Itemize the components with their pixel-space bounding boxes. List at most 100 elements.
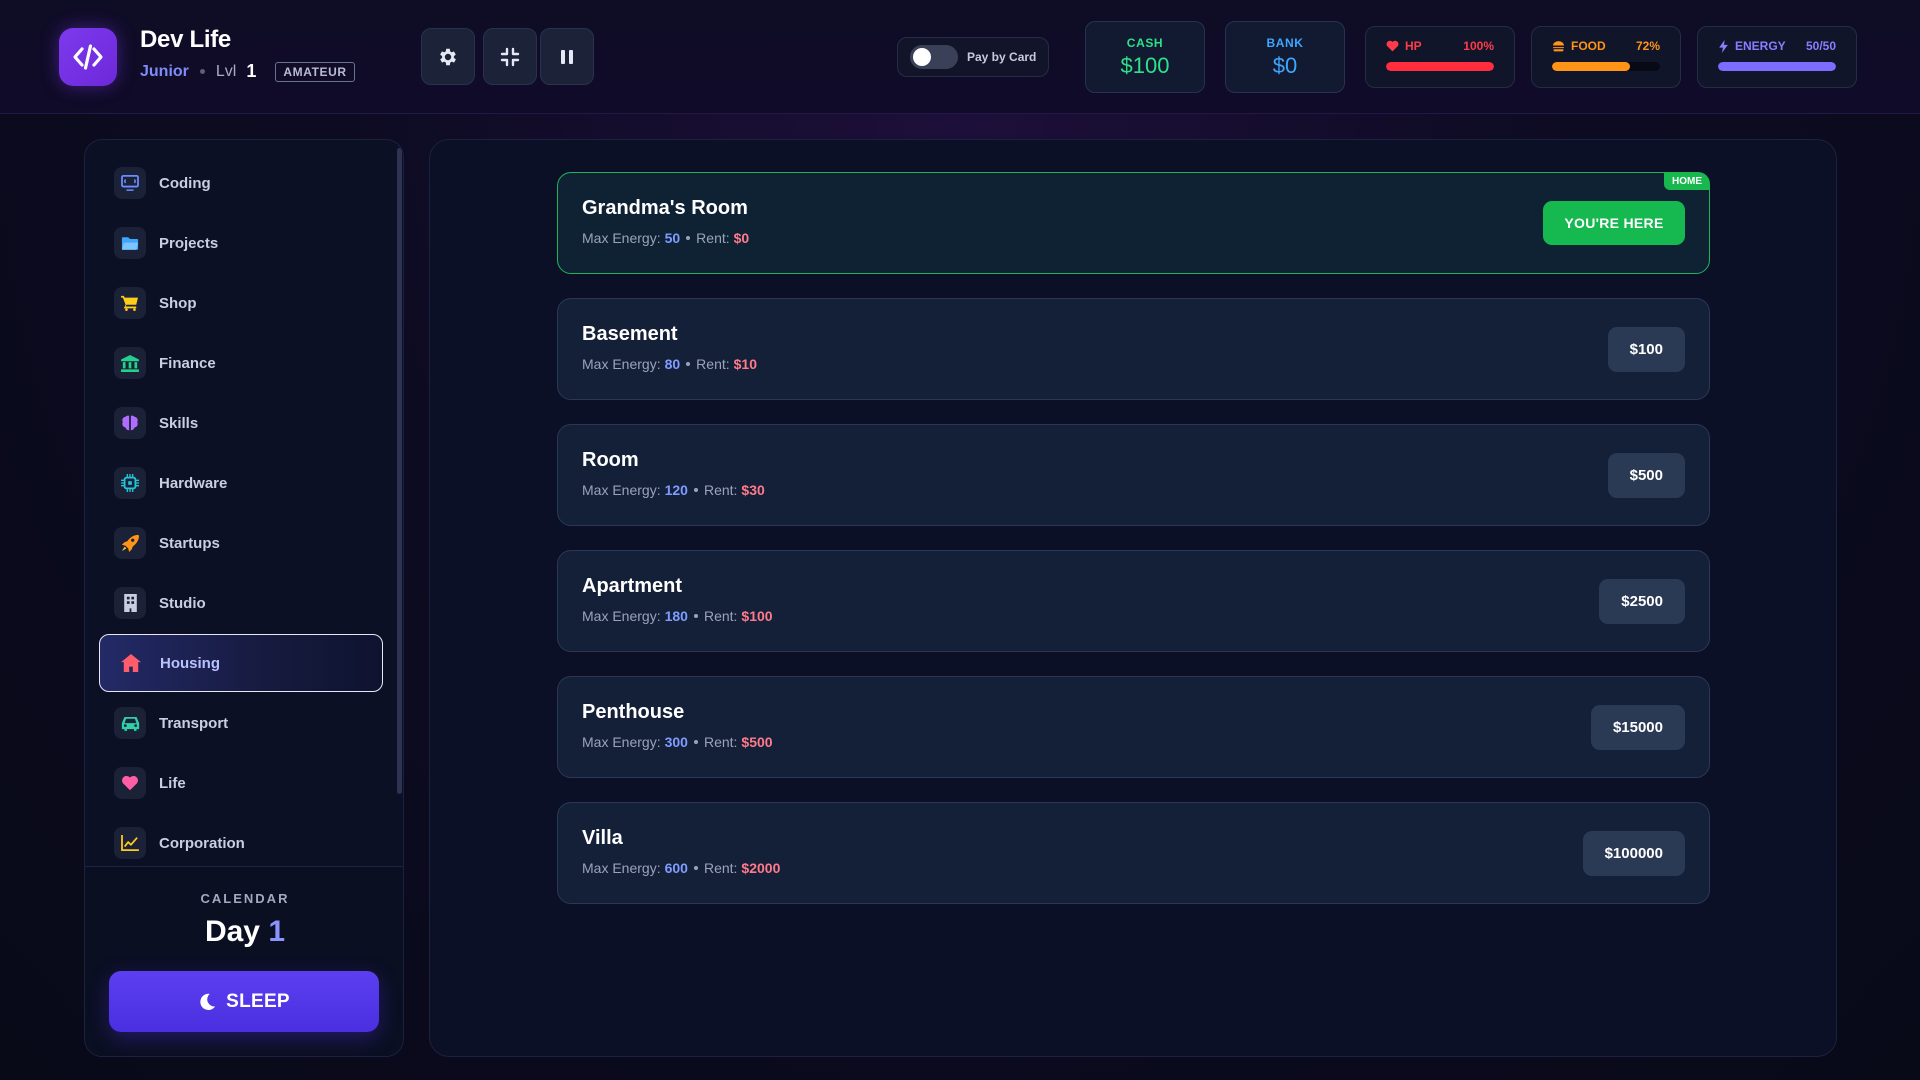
rent-label: Rent: <box>703 734 738 750</box>
sidebar-item-label: Transport <box>159 714 229 732</box>
max-energy-label: Max Energy: <box>582 860 661 876</box>
sidebar-item-label: Hardware <box>159 474 228 492</box>
sidebar-item-transport[interactable]: Transport <box>99 694 383 752</box>
toggle-knob <box>913 48 931 66</box>
sidebar-item-coding[interactable]: Coding <box>99 154 383 212</box>
burger-icon <box>1553 41 1564 52</box>
max-energy-label: Max Energy: <box>582 734 661 750</box>
toggle-switch[interactable] <box>910 45 958 69</box>
energy-value: 50/50 <box>1805 39 1836 53</box>
separator-dot <box>693 866 698 870</box>
housing-stats: Max Energy: 50 Rent: $0 <box>582 230 749 246</box>
sidebar-item-label: Projects <box>159 234 219 252</box>
food-bar-fill <box>1552 62 1630 71</box>
max-energy-value: 180 <box>664 608 688 624</box>
rent-value: $500 <box>741 734 773 750</box>
pay-by-card-toggle[interactable]: Pay by Card <box>897 37 1049 77</box>
sidebar-item-projects[interactable]: Projects <box>99 214 383 272</box>
home-icon <box>115 647 147 679</box>
housing-card-basement: Basement Max Energy: 80 Rent: $10 $100 <box>557 298 1710 400</box>
sidebar-item-startups[interactable]: Startups <box>99 514 383 572</box>
cash-label: CASH <box>1126 35 1164 50</box>
calendar-panel: CALENDAR Day 1 SLEEP <box>85 866 403 1056</box>
sidebar-item-label: Skills <box>159 414 199 432</box>
housing-card-villa: Villa Max Energy: 600 Rent: $2000 $10000… <box>557 802 1710 904</box>
separator-dot <box>686 236 691 240</box>
moon-icon <box>200 993 216 1010</box>
bank-display: BANK $0 <box>1225 21 1345 93</box>
sidebar-item-label: Studio <box>159 594 206 612</box>
rent-value: $2000 <box>741 860 781 876</box>
bank-icon <box>114 347 146 379</box>
sidebar-item-label: Coding <box>159 174 211 192</box>
calendar-day: Day 1 <box>85 915 403 949</box>
settings-button[interactable] <box>421 28 475 85</box>
buy-apartment-button[interactable]: $2500 <box>1599 579 1685 624</box>
monitor-icon <box>114 167 146 199</box>
buy-room-button[interactable]: $500 <box>1607 453 1685 498</box>
buy-villa-button[interactable]: $100000 <box>1582 831 1685 876</box>
max-energy-value: 300 <box>664 734 688 750</box>
housing-stats: Max Energy: 180 Rent: $100 <box>582 608 773 624</box>
food-stat: FOOD 72% <box>1531 26 1681 88</box>
housing-stats: Max Energy: 80 Rent: $10 <box>582 356 757 372</box>
bank-label: BANK <box>1266 35 1304 50</box>
sidebar-item-shop[interactable]: Shop <box>99 274 383 332</box>
level-value: 1 <box>246 61 257 81</box>
hp-stat: HP 100% <box>1365 26 1515 88</box>
max-energy-label: Max Energy: <box>582 230 661 246</box>
housing-card-room: Room Max Energy: 120 Rent: $30 $500 <box>557 424 1710 526</box>
rent-label: Rent: <box>703 860 738 876</box>
food-bar <box>1552 62 1660 71</box>
gear-icon <box>440 48 456 65</box>
pause-icon <box>561 49 573 64</box>
hp-bar-fill <box>1386 62 1494 71</box>
rent-value: $0 <box>733 230 750 246</box>
sidebar-item-label: Life <box>159 774 186 792</box>
housing-name: Apartment <box>582 575 683 597</box>
chart-icon <box>114 827 146 859</box>
sidebar-item-corporation[interactable]: Corporation <box>99 814 383 866</box>
food-value: 72% <box>1635 39 1660 53</box>
housing-name: Grandma's Room <box>582 197 748 219</box>
buy-basement-button[interactable]: $100 <box>1607 327 1685 372</box>
sidebar-item-life[interactable]: Life <box>99 754 383 812</box>
sidebar-item-label: Finance <box>159 354 216 372</box>
rocket-icon <box>114 527 146 559</box>
energy-label: ENERGY <box>1735 39 1786 53</box>
bank-value: $0 <box>1272 52 1298 78</box>
buy-penthouse-button[interactable]: $15000 <box>1590 705 1685 750</box>
day-label: Day <box>204 915 260 948</box>
separator-dot <box>199 69 205 74</box>
calendar-label: CALENDAR <box>200 891 290 906</box>
housing-panel: HOME Grandma's Room Max Energy: 50 Rent:… <box>429 139 1837 1057</box>
sidebar-item-label: Shop <box>159 294 197 312</box>
youre-here-button[interactable]: YOU'RE HERE <box>1543 201 1685 245</box>
energy-bar <box>1718 62 1836 71</box>
max-energy-label: Max Energy: <box>582 356 661 372</box>
brain-icon <box>114 407 146 439</box>
max-energy-value: 600 <box>664 860 688 876</box>
sidebar-item-studio[interactable]: Studio <box>99 574 383 632</box>
sidebar-item-hardware[interactable]: Hardware <box>99 454 383 512</box>
sleep-label: SLEEP <box>226 990 290 1012</box>
hp-label: HP <box>1405 39 1422 53</box>
sidebar-item-skills[interactable]: Skills <box>99 394 383 452</box>
app-title: Dev Life <box>140 26 231 53</box>
sidebar: Coding Projects Shop Finance Skills Hard… <box>84 139 404 1057</box>
max-energy-value: 50 <box>664 230 681 246</box>
separator-dot <box>686 362 691 366</box>
code-icon <box>73 44 103 70</box>
pause-button[interactable] <box>540 28 594 85</box>
housing-name: Villa <box>582 827 623 849</box>
sidebar-scrollbar[interactable] <box>397 148 402 794</box>
sleep-button[interactable]: SLEEP <box>109 971 379 1032</box>
minimize-screen-button[interactable] <box>483 28 537 85</box>
app-logo <box>59 28 117 86</box>
lightning-icon <box>1719 39 1728 53</box>
sidebar-item-housing[interactable]: Housing <box>99 634 383 692</box>
sidebar-item-finance[interactable]: Finance <box>99 334 383 392</box>
food-label: FOOD <box>1571 39 1606 53</box>
housing-name: Penthouse <box>582 701 685 723</box>
tier-badge: AMATEUR <box>275 61 355 82</box>
